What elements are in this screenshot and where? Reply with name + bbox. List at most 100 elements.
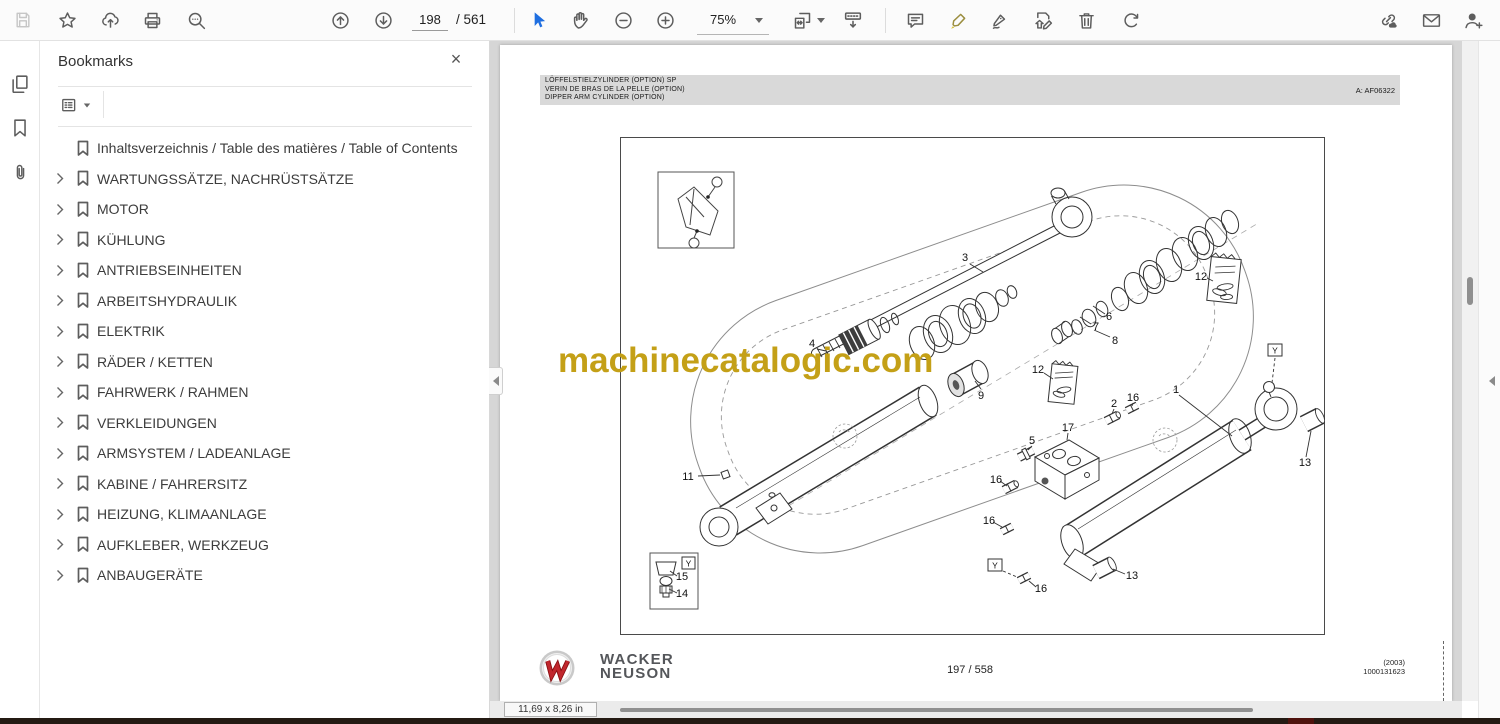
document-area: LÖFFELSTIELZYLINDER (OPTION) SP VERIN DE… <box>490 41 1462 701</box>
page-display-icon <box>844 12 862 28</box>
bookmark-label: ELEKTRIK <box>97 323 165 339</box>
select-tool-button[interactable] <box>523 5 553 35</box>
expand-chevron-icon[interactable] <box>56 447 68 459</box>
save-button[interactable] <box>8 5 38 35</box>
expand-chevron-icon[interactable] <box>56 386 68 398</box>
expand-chevron-icon[interactable] <box>56 478 68 490</box>
assembly-ref: A: AF06322 <box>1355 86 1395 95</box>
bookmark-icon <box>77 353 89 369</box>
status-bar: 11,69 x 8,26 in <box>490 701 1462 718</box>
bookmark-label: FAHRWERK / RAHMEN <box>97 384 249 400</box>
bookmark-item[interactable]: WARTUNGSSÄTZE, NACHRÜSTSÄTZE <box>40 164 488 194</box>
comment-button[interactable] <box>900 5 930 35</box>
nav-rail <box>0 41 40 718</box>
bookmark-item[interactable]: ANTRIEBSEINHEITEN <box>40 255 488 285</box>
bookmark-item[interactable]: RÄDER / KETTEN <box>40 347 488 377</box>
chevron-down-icon[interactable] <box>817 18 825 23</box>
hand-tool-button[interactable] <box>566 5 596 35</box>
edit-page-icon <box>1034 11 1052 30</box>
share-cloud-icon <box>101 12 119 28</box>
callout: 3 <box>962 252 968 264</box>
bookmark-item[interactable]: KÜHLUNG <box>40 225 488 255</box>
bookmarks-panel: Bookmarks × Inhaltsverzeichnis / Table d… <box>40 41 490 718</box>
expand-chevron-icon[interactable] <box>56 173 68 185</box>
expand-chevron-icon[interactable] <box>56 295 68 307</box>
bookmark-item[interactable]: Inhaltsverzeichnis / Table des matières … <box>40 133 488 163</box>
add-user-button[interactable] <box>1458 5 1488 35</box>
print-button[interactable] <box>137 5 167 35</box>
seal-kit-bag <box>1206 252 1242 304</box>
expand-chevron-icon[interactable] <box>56 203 68 215</box>
highlight-button[interactable] <box>943 5 973 35</box>
expand-chevron-icon[interactable] <box>56 569 68 581</box>
expand-chevron-icon[interactable] <box>56 325 68 337</box>
bookmark-options-button[interactable] <box>56 91 100 119</box>
page-display-button[interactable] <box>838 5 868 35</box>
zoom-level-control[interactable]: 75% <box>697 5 769 35</box>
sign-button[interactable] <box>985 5 1015 35</box>
callout: 11 <box>682 471 693 483</box>
callout: 14 <box>676 588 688 600</box>
bookmark-item[interactable]: ARBEITSHYDRAULIK <box>40 286 488 316</box>
expand-chevron-icon[interactable] <box>56 264 68 276</box>
vertical-scrollbar[interactable] <box>1462 41 1478 701</box>
close-panel-button[interactable]: × <box>444 47 468 71</box>
title-fr: VERIN DE BRAS DE LA PELLE (OPTION) <box>545 85 685 93</box>
page-up-button[interactable] <box>325 5 355 35</box>
expand-chevron-icon[interactable] <box>56 234 68 246</box>
bookmark-item[interactable]: HEIZUNG, KLIMAANLAGE <box>40 499 488 529</box>
page-down-button[interactable] <box>368 5 398 35</box>
bookmark-item[interactable]: FAHRWERK / RAHMEN <box>40 377 488 407</box>
search-button[interactable] <box>181 5 211 35</box>
expand-chevron-icon[interactable] <box>56 508 68 520</box>
toolbar: / 561 75% <box>0 0 1500 41</box>
bookmark-label: AUFKLEBER, WERKZEUG <box>97 536 269 553</box>
page-thumbnails-button[interactable] <box>5 69 35 99</box>
expand-chevron-icon[interactable] <box>56 356 68 368</box>
pdf-page: LÖFFELSTIELZYLINDER (OPTION) SP VERIN DE… <box>500 45 1452 701</box>
bookmark-item[interactable]: KABINE / FAHRERSITZ <box>40 469 488 499</box>
rotate-button[interactable] <box>1116 5 1146 35</box>
email-button[interactable] <box>1416 5 1446 35</box>
bookmark-item[interactable]: VERKLEIDUNGEN <box>40 408 488 438</box>
edit-page-button[interactable] <box>1028 5 1058 35</box>
collapse-left-panel-handle[interactable] <box>489 367 503 395</box>
options-list-icon <box>62 98 76 111</box>
zoom-in-button[interactable] <box>650 5 680 35</box>
zoom-out-button[interactable] <box>608 5 638 35</box>
callout: 1 <box>1173 384 1179 396</box>
page-number-input[interactable] <box>412 9 448 31</box>
bookmark-icon <box>77 231 89 247</box>
bookmark-item[interactable]: ELEKTRIK <box>40 316 488 346</box>
attachments-button[interactable] <box>5 157 35 187</box>
fit-options-button[interactable] <box>787 5 817 35</box>
bookmark-item[interactable]: ARMSYSTEM / LADEANLAGE <box>40 438 488 468</box>
bookmark-label: VERKLEIDUNGEN <box>97 414 217 431</box>
bookmark-label: ANTRIEBSEINHEITEN <box>97 262 242 278</box>
bookmark-item[interactable]: ANBAUGERÄTE <box>40 560 488 590</box>
bookmark-item[interactable]: MOTOR <box>40 194 488 224</box>
star-button[interactable] <box>52 5 82 35</box>
collapse-right-panel-handle[interactable] <box>1485 369 1499 393</box>
zoom-value: 75% <box>710 12 737 27</box>
vertical-scrollbar-thumb[interactable] <box>1467 277 1473 305</box>
bookmarks-panel-button[interactable] <box>5 113 35 143</box>
y-marker: Y <box>992 561 998 571</box>
bookmark-icon <box>77 445 89 461</box>
bookmark-icon <box>77 475 89 491</box>
pdf-viewer-window: / 561 75% <box>0 0 1500 724</box>
horizontal-scrollbar-thumb[interactable] <box>620 708 1253 712</box>
bookmark-item[interactable]: AUFKLEBER, WERKZEUG <box>40 530 488 560</box>
bookmark-label: KÜHLUNG <box>97 231 166 248</box>
share-link-button[interactable] <box>1373 5 1403 35</box>
callout: 6 <box>1106 311 1112 323</box>
expand-chevron-icon[interactable] <box>56 539 68 551</box>
callout: 17 <box>1062 422 1074 434</box>
expand-chevron-icon[interactable] <box>56 417 68 429</box>
callout: 8 <box>1112 335 1118 347</box>
share-cloud-button[interactable] <box>95 5 125 35</box>
zoom-out-icon <box>614 11 632 29</box>
bookmarks-icon <box>14 119 26 137</box>
page-up-icon <box>331 11 349 29</box>
delete-button[interactable] <box>1071 5 1101 35</box>
